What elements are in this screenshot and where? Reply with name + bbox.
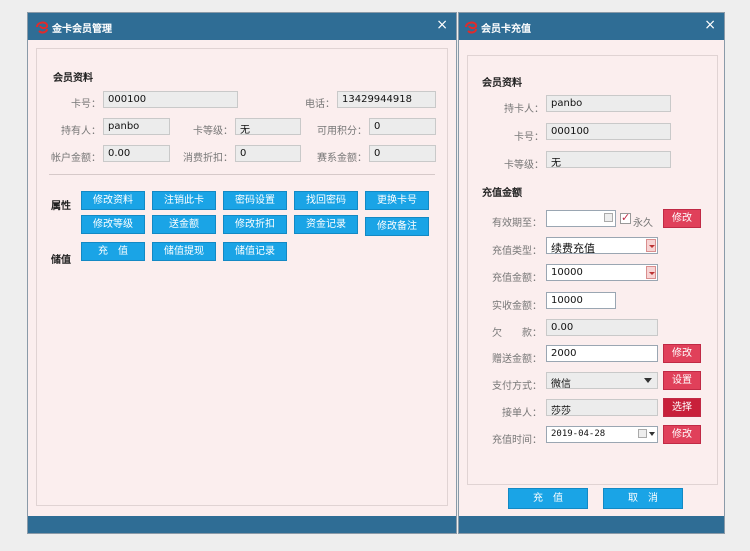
balance-label: 帐户金额： <box>51 153 101 164</box>
r-card-level-field[interactable]: 无 <box>546 151 671 169</box>
phone-label: 电话： <box>305 99 335 110</box>
left-footbar <box>28 516 456 533</box>
r-holder-label: 持卡人： <box>504 104 544 115</box>
owed-label: 欠 款： <box>492 328 542 339</box>
holder-field[interactable]: panbo <box>103 118 170 135</box>
recharge-time-input[interactable]: 2019-04-28 <box>546 426 658 443</box>
attr-row2-button-2[interactable]: 送金额 <box>152 215 216 234</box>
r-card-no-label: 卡号： <box>514 132 544 143</box>
forever-checkbox[interactable] <box>620 211 631 224</box>
r-card-no-field[interactable]: 000100 <box>546 123 671 140</box>
right-footbar <box>459 516 724 533</box>
r-card-level-label: 卡等级： <box>504 160 544 171</box>
recharge-window: 会员卡充值 × 会员资料 持卡人： panbo 卡号： 000100 卡等级： … <box>458 12 725 534</box>
phone-field[interactable]: 13429944918 <box>337 91 436 108</box>
attr-row2-button-1[interactable]: 修改等级 <box>81 215 145 234</box>
store-label: 储值 <box>51 255 71 266</box>
left-content-panel: 会员资料 卡号： 000100 电话： 13429944918 持有人： pan… <box>36 48 448 506</box>
app-logo-icon <box>36 21 49 34</box>
confirm-recharge-button[interactable]: 充 值 <box>508 488 588 509</box>
right-close-icon[interactable]: × <box>704 17 716 33</box>
right-titlebar: 会员卡充值 × <box>459 13 724 40</box>
left-titlebar: 金卡会员管理 × <box>28 13 456 40</box>
card-no-label: 卡号： <box>71 99 101 110</box>
calendar-icon[interactable] <box>604 213 613 222</box>
card-level-label: 卡等级： <box>193 126 233 137</box>
handler-field[interactable]: 莎莎 <box>546 399 658 417</box>
attr-row1-button-3[interactable]: 密码设置 <box>223 191 287 210</box>
pay-method-settings-button[interactable]: 设置 <box>663 371 701 390</box>
chevron-down-icon <box>649 432 655 436</box>
bonus-amount-input[interactable]: 2000 <box>546 345 658 362</box>
recharge-time-label: 充值时间： <box>492 435 542 446</box>
chevron-down-icon <box>646 266 656 279</box>
points-label: 可用积分： <box>317 126 367 137</box>
attr-row1-button-5[interactable]: 更换卡号 <box>365 191 429 210</box>
attr-label: 属性 <box>51 201 71 212</box>
recharge-member-info-heading: 会员资料 <box>482 78 522 89</box>
attr-row2-button-5[interactable]: 修改备注 <box>365 217 429 236</box>
pay-method-select[interactable]: 微信 <box>546 372 658 390</box>
owed-field[interactable]: 0.00 <box>546 319 658 336</box>
valid-until-input[interactable] <box>546 210 616 227</box>
balance-field[interactable]: 0.00 <box>103 145 170 162</box>
attr-row1-button-2[interactable]: 注销此卡 <box>152 191 216 210</box>
chevron-down-icon <box>646 239 656 252</box>
store-button-1[interactable]: 充 值 <box>81 242 145 261</box>
actual-amount-input[interactable]: 10000 <box>546 292 616 309</box>
card-no-field[interactable]: 000100 <box>103 91 238 108</box>
right-content-panel: 会员资料 持卡人： panbo 卡号： 000100 卡等级： 无 充值金额 有… <box>467 55 718 485</box>
attr-row1-button-4[interactable]: 找回密码 <box>294 191 358 210</box>
gift-amount-label: 赛系金额： <box>317 153 367 164</box>
member-info-heading: 会员资料 <box>53 73 93 84</box>
valid-until-label: 有效期至： <box>492 218 542 229</box>
recharge-time-edit-button[interactable]: 修改 <box>663 425 701 444</box>
forever-label: 永久 <box>633 218 653 229</box>
actual-amount-label: 实收金额： <box>492 301 542 312</box>
app-logo-icon <box>465 21 478 34</box>
bonus-amount-label: 赠送金额： <box>492 354 542 365</box>
card-level-field[interactable]: 无 <box>235 118 301 136</box>
discount-label: 消费折扣： <box>183 153 233 164</box>
left-window-title: 金卡会员管理 <box>52 24 112 35</box>
attr-row2-button-4[interactable]: 资金记录 <box>294 215 358 234</box>
recharge-amount-label: 充值金额： <box>492 273 542 284</box>
gift-amount-field[interactable]: 0 <box>369 145 436 162</box>
recharge-amount-heading: 充值金额 <box>482 188 522 199</box>
holder-label: 持有人： <box>61 126 101 137</box>
recharge-type-select[interactable]: 续费充值 <box>546 237 658 255</box>
recharge-type-label: 充值类型： <box>492 246 542 257</box>
points-field[interactable]: 0 <box>369 118 436 135</box>
left-divider <box>49 174 435 175</box>
member-management-window: 金卡会员管理 × 会员资料 卡号： 000100 电话： 13429944918… <box>27 12 457 534</box>
recharge-amount-select[interactable]: 10000 <box>546 264 658 281</box>
right-window-title: 会员卡充值 <box>481 24 531 35</box>
handler-select-button[interactable]: 选择 <box>663 398 701 417</box>
store-button-2[interactable]: 储值提现 <box>152 242 216 261</box>
cancel-button[interactable]: 取 消 <box>603 488 683 509</box>
calendar-icon[interactable] <box>638 429 647 438</box>
pay-method-label: 支付方式： <box>492 381 542 392</box>
bonus-edit-button[interactable]: 修改 <box>663 344 701 363</box>
attr-row1-button-1[interactable]: 修改资料 <box>81 191 145 210</box>
r-holder-field[interactable]: panbo <box>546 95 671 112</box>
chevron-down-icon <box>644 378 652 383</box>
handler-label: 接单人： <box>502 408 542 419</box>
valid-until-edit-button[interactable]: 修改 <box>663 209 701 228</box>
left-close-icon[interactable]: × <box>436 17 448 33</box>
attr-row2-button-3[interactable]: 修改折扣 <box>223 215 287 234</box>
store-button-3[interactable]: 储值记录 <box>223 242 287 261</box>
discount-field[interactable]: 0 <box>235 145 301 162</box>
